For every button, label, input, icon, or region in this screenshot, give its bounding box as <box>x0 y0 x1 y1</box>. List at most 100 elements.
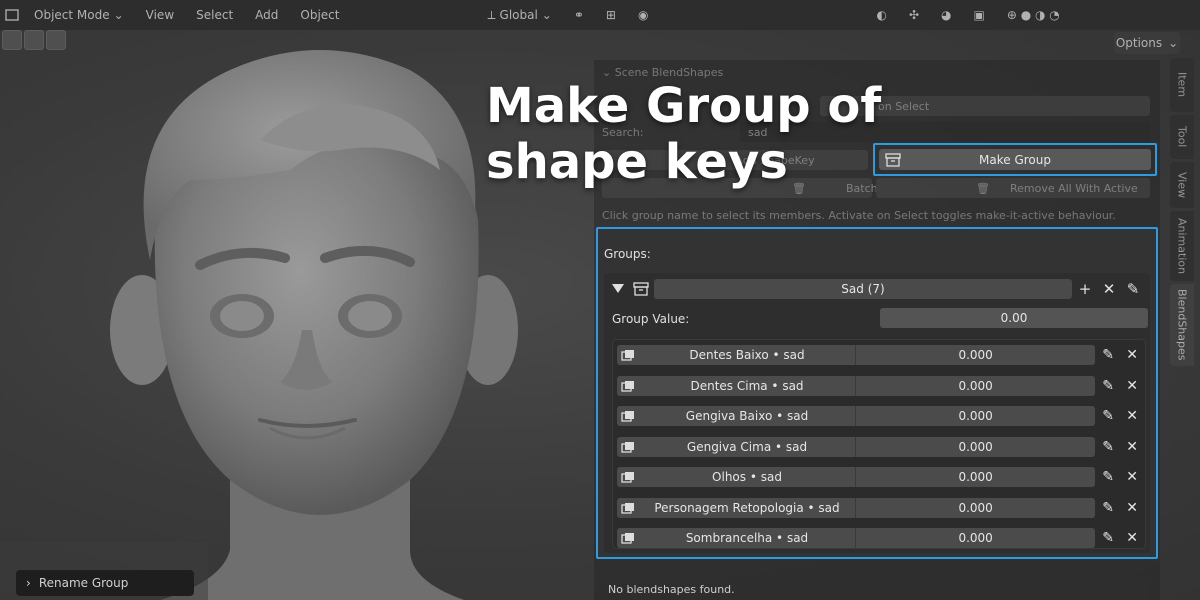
menu-add[interactable]: Add <box>247 6 286 24</box>
visibility-icon[interactable]: ◐ <box>868 6 894 24</box>
shapekey-icon <box>617 345 639 365</box>
rename-group-operator-panel[interactable]: › Rename Group <box>16 570 194 596</box>
close-icon[interactable]: ✕ <box>1098 279 1120 299</box>
chevron-right-icon: › <box>26 576 31 590</box>
pencil-icon[interactable]: ✎ <box>1097 376 1119 396</box>
member-name[interactable]: Dentes Baixo • sad <box>638 345 857 365</box>
no-blendshapes-label: No blendshapes found. <box>608 582 735 596</box>
close-icon[interactable]: ✕ <box>1121 498 1143 518</box>
orientation-label: Global <box>499 8 538 22</box>
overlay-icon[interactable]: ◕ <box>933 6 959 24</box>
snap-icon[interactable]: ⊞ <box>598 6 624 24</box>
shapekey-icon <box>617 528 639 548</box>
groups-label: Groups: <box>604 247 651 261</box>
proportional-edit-icon[interactable]: ◉ <box>630 6 656 24</box>
close-icon[interactable]: ✕ <box>1121 437 1143 457</box>
list-item: Sombrancelha • sad 0.000 ✎ ✕ <box>617 527 1143 549</box>
member-value[interactable]: 0.000 <box>856 467 1096 487</box>
pivot-icon[interactable]: ⚭ <box>566 6 592 24</box>
menu-select[interactable]: Select <box>188 6 241 24</box>
make-group-highlight: Make Group <box>873 143 1157 176</box>
shapekey-icon <box>617 437 639 457</box>
select-extend-icon[interactable] <box>24 30 44 50</box>
tab-item[interactable]: Item <box>1170 58 1194 112</box>
sidebar-tabs: Item Tool View Animation BlendShapes <box>1170 58 1196 368</box>
menu-object[interactable]: Object <box>292 6 347 24</box>
member-value[interactable]: 0.000 <box>856 437 1096 457</box>
member-value[interactable]: 0.000 <box>856 376 1096 396</box>
pencil-icon[interactable]: ✎ <box>1097 467 1119 487</box>
orientation-dropdown[interactable]: ⟂ Global ⌄ <box>480 6 560 25</box>
group-name-button[interactable]: Sad (7) <box>654 279 1072 299</box>
chevron-down-icon: ⌄ <box>541 8 552 22</box>
group-value-label: Group Value: <box>612 312 690 326</box>
groups-panel: Groups: Sad (7) + ✕ ✎ Group Value: 0.00 <box>596 227 1158 559</box>
list-item: Gengiva Cima • sad 0.000 ✎ ✕ <box>617 436 1143 458</box>
transform-orientation-icon: ⟂ <box>487 7 496 22</box>
gizmo-icon[interactable]: ✣ <box>901 6 927 24</box>
member-name[interactable]: Dentes Cima • sad <box>638 376 857 396</box>
overlay-title-line-2: shape keys <box>486 134 788 190</box>
pencil-icon[interactable]: ✎ <box>1097 406 1119 426</box>
group-header: Sad (7) + ✕ ✎ <box>608 278 1144 300</box>
list-item: Gengiva Baixo • sad 0.000 ✎ ✕ <box>617 405 1143 427</box>
shapekey-icon <box>617 467 639 487</box>
remove-all-label: Remove All With Active <box>1009 181 1138 195</box>
select-new-icon[interactable] <box>2 30 22 50</box>
shading-modes-icon[interactable]: ⊕ ● ◑ ◔ <box>999 6 1068 24</box>
member-value[interactable]: 0.000 <box>856 345 1096 365</box>
xray-icon[interactable]: ▣ <box>966 6 993 24</box>
chevron-down-icon: ⌄ <box>113 8 124 22</box>
options-label: Options <box>1115 36 1163 50</box>
pencil-icon[interactable]: ✎ <box>1097 528 1119 548</box>
chevron-down-icon: ⌄ <box>1168 36 1179 50</box>
member-name[interactable]: Personagem Retopologia • sad <box>638 498 857 518</box>
pencil-icon[interactable]: ✎ <box>1097 345 1119 365</box>
trash-icon: 🗑 <box>976 181 990 195</box>
make-group-label: Make Group <box>979 152 1051 167</box>
archive-icon <box>630 279 652 299</box>
select-subtract-icon[interactable] <box>46 30 66 50</box>
pencil-icon[interactable]: ✎ <box>1097 437 1119 457</box>
member-value[interactable]: 0.000 <box>856 528 1096 548</box>
pencil-icon[interactable]: ✎ <box>1122 279 1144 299</box>
close-icon[interactable]: ✕ <box>1121 376 1143 396</box>
menu-view[interactable]: View <box>138 6 182 24</box>
collapse-triangle-icon[interactable] <box>608 279 628 299</box>
list-item: Dentes Baixo • sad 0.000 ✎ ✕ <box>617 344 1143 366</box>
tab-blendshapes[interactable]: BlendShapes <box>1170 284 1194 366</box>
member-name[interactable]: Olhos • sad <box>638 467 857 487</box>
viewport-header: Object Mode ⌄ View Select Add Object ⟂ G… <box>0 0 1200 30</box>
list-item: Dentes Cima • sad 0.000 ✎ ✕ <box>617 375 1143 397</box>
close-icon[interactable]: ✕ <box>1121 345 1143 365</box>
overlay-title: Make Group of shape keys <box>486 78 906 190</box>
member-value[interactable]: 0.000 <box>856 406 1096 426</box>
shapekey-icon <box>617 406 639 426</box>
tab-view[interactable]: View <box>1170 162 1194 208</box>
editor-type-icon[interactable] <box>4 7 20 23</box>
member-name[interactable]: Gengiva Cima • sad <box>638 437 857 457</box>
list-item: Personagem Retopologia • sad 0.000 ✎ ✕ <box>617 497 1143 519</box>
tab-tool[interactable]: Tool <box>1170 115 1194 159</box>
overlay-title-line-1: Make Group of <box>486 78 882 134</box>
group-value-field[interactable]: 0.00 <box>880 308 1148 328</box>
add-icon[interactable]: + <box>1074 279 1096 299</box>
shapekey-icon <box>617 498 639 518</box>
member-name[interactable]: Sombrancelha • sad <box>638 528 857 548</box>
pencil-icon[interactable]: ✎ <box>1097 498 1119 518</box>
members-list: Dentes Baixo • sad 0.000 ✎ ✕ Dentes Cima… <box>612 339 1146 549</box>
no-blendshapes-status: No blendshapes found. <box>598 578 1150 600</box>
list-item: Olhos • sad 0.000 ✎ ✕ <box>617 466 1143 488</box>
close-icon[interactable]: ✕ <box>1121 406 1143 426</box>
close-icon[interactable]: ✕ <box>1121 528 1143 548</box>
remove-all-button[interactable]: 🗑 Remove All With Active <box>876 178 1150 198</box>
group-box: Sad (7) + ✕ ✎ Group Value: 0.00 Dentes B… <box>604 273 1150 553</box>
member-value[interactable]: 0.000 <box>856 498 1096 518</box>
close-icon[interactable]: ✕ <box>1121 467 1143 487</box>
make-group-button[interactable]: Make Group <box>879 149 1151 170</box>
select-mode-toolstrip <box>0 30 66 54</box>
options-dropdown[interactable]: Options ⌄ <box>1114 32 1180 54</box>
mode-dropdown[interactable]: Object Mode ⌄ <box>26 6 132 24</box>
member-name[interactable]: Gengiva Baixo • sad <box>638 406 857 426</box>
tab-animation[interactable]: Animation <box>1170 211 1194 281</box>
